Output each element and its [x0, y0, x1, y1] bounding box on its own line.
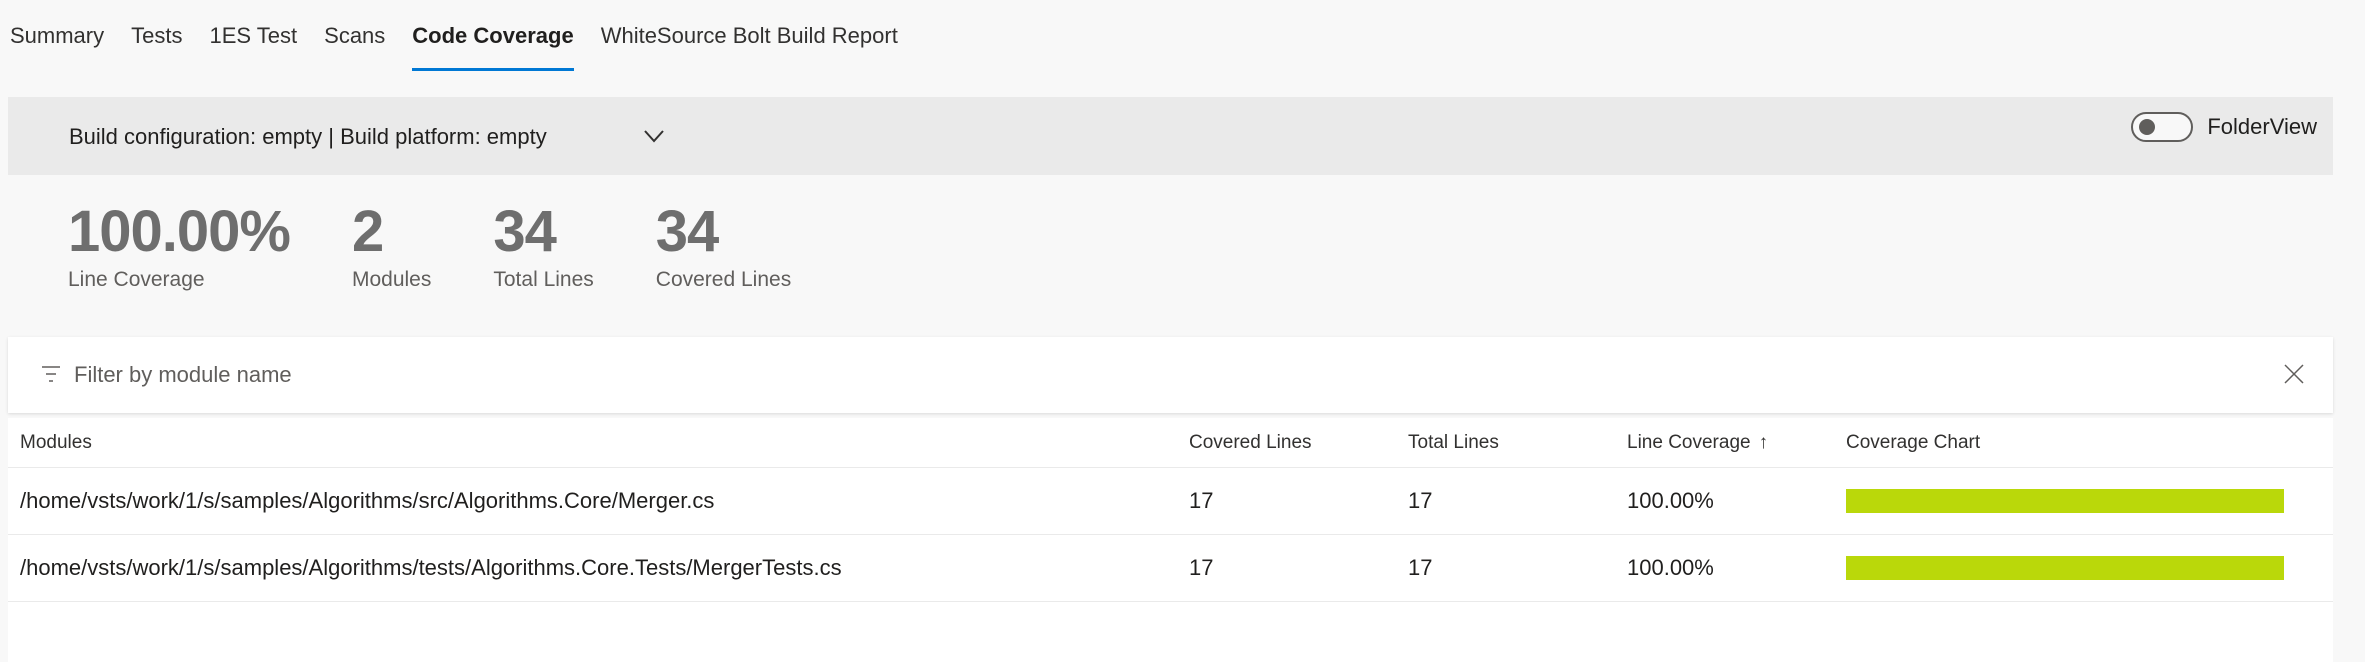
- coverage-bar: [1846, 556, 2284, 580]
- tab-bar: Summary Tests 1ES Test Scans Code Covera…: [0, 0, 915, 72]
- column-header-modules[interactable]: Modules: [20, 432, 92, 454]
- folder-view-toggle-wrap: FolderView: [2131, 112, 2317, 142]
- build-config-dropdown[interactable]: Build configuration: empty | Build platf…: [69, 119, 547, 155]
- coverage-stats: 100.00% Line Coverage 2 Modules 34 Total…: [68, 198, 853, 292]
- tab-tests[interactable]: Tests: [131, 0, 182, 72]
- stat-line-coverage: 100.00% Line Coverage: [68, 198, 291, 292]
- tab-code-coverage[interactable]: Code Coverage: [412, 0, 575, 72]
- toggle-knob: [2139, 119, 2156, 135]
- build-config-label: Build configuration: empty | Build platf…: [69, 124, 547, 149]
- filter-icon: [42, 366, 60, 382]
- filter-bar: [8, 337, 2333, 413]
- stat-value: 34: [655, 199, 720, 264]
- column-header-line-coverage[interactable]: Line Coverage ↑: [1627, 432, 1768, 454]
- line-coverage-value: 100.00%: [1627, 488, 1714, 513]
- chevron-down-icon[interactable]: [641, 123, 667, 149]
- folder-view-toggle[interactable]: [2131, 112, 2194, 142]
- covered-lines-value: 17: [1189, 555, 1214, 580]
- stat-value: 2: [351, 199, 384, 264]
- stat-value: 34: [493, 199, 557, 264]
- total-lines-value: 17: [1408, 488, 1433, 513]
- column-header-covered-lines[interactable]: Covered Lines: [1189, 432, 1312, 454]
- line-coverage-value: 100.00%: [1627, 555, 1714, 580]
- stat-total-lines: 34 Total Lines: [493, 198, 593, 292]
- stat-value: 100.00%: [68, 199, 291, 264]
- column-header-total-lines[interactable]: Total Lines: [1408, 432, 1499, 454]
- stat-covered-lines: 34 Covered Lines: [656, 198, 791, 292]
- total-lines-value: 17: [1408, 555, 1433, 580]
- filter-input[interactable]: [74, 355, 2224, 395]
- stat-modules: 2 Modules: [352, 198, 431, 292]
- column-header-coverage-chart[interactable]: Coverage Chart: [1846, 432, 1980, 454]
- coverage-bar-fill: [1846, 489, 2284, 513]
- coverage-bar-fill: [1846, 556, 2284, 580]
- tab-summary[interactable]: Summary: [10, 0, 104, 72]
- table-header-row: Modules Covered Lines Total Lines Line C…: [8, 418, 2333, 468]
- coverage-table: Modules Covered Lines Total Lines Line C…: [8, 418, 2333, 662]
- tab-whitesource-bolt-build-report[interactable]: WhiteSource Bolt Build Report: [601, 0, 898, 72]
- coverage-bar: [1846, 489, 2284, 513]
- tab-1es-test[interactable]: 1ES Test: [209, 0, 297, 72]
- module-path: /home/vsts/work/1/s/samples/Algorithms/t…: [20, 555, 842, 580]
- close-icon[interactable]: [2283, 363, 2305, 385]
- stat-label: Covered Lines: [655, 268, 792, 291]
- stat-label: Modules: [351, 268, 432, 291]
- stat-label: Total Lines: [493, 268, 594, 291]
- sort-ascending-icon: ↑: [1758, 431, 1769, 453]
- build-config-bar: Build configuration: empty | Build platf…: [8, 97, 2333, 175]
- tab-scans[interactable]: Scans: [324, 0, 385, 72]
- covered-lines-value: 17: [1189, 488, 1214, 513]
- module-path: /home/vsts/work/1/s/samples/Algorithms/s…: [20, 488, 715, 513]
- table-row[interactable]: /home/vsts/work/1/s/samples/Algorithms/s…: [8, 468, 2333, 535]
- column-header-line-coverage-label: Line Coverage: [1627, 431, 1751, 453]
- folder-view-label: FolderView: [2207, 114, 2317, 139]
- stat-label: Line Coverage: [68, 268, 205, 291]
- table-row[interactable]: /home/vsts/work/1/s/samples/Algorithms/t…: [8, 535, 2333, 602]
